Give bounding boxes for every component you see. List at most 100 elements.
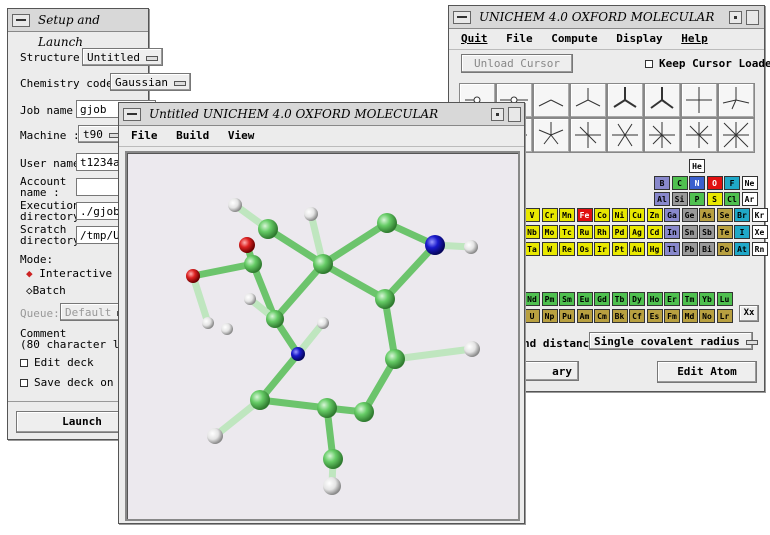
- oxygen-atom[interactable]: [186, 269, 200, 283]
- hydrogen-atom[interactable]: [317, 317, 329, 329]
- element-al-button[interactable]: Al: [654, 192, 670, 206]
- element-pb-button[interactable]: Pb: [681, 242, 698, 256]
- element-dy-button[interactable]: Dy: [629, 292, 645, 306]
- element-ag-button[interactable]: Ag: [629, 225, 645, 239]
- unload-cursor-button[interactable]: Unload Cursor: [461, 54, 573, 73]
- carbon-atom[interactable]: [244, 255, 262, 273]
- hydrogen-atom[interactable]: [244, 293, 256, 305]
- oxygen-atom[interactable]: [239, 237, 255, 253]
- element-tc-button[interactable]: Tc: [559, 225, 575, 239]
- element-c-button[interactable]: C: [671, 176, 688, 190]
- menu-view[interactable]: View: [228, 129, 255, 142]
- menu-quit[interactable]: Quit: [461, 32, 488, 45]
- element-am-button[interactable]: Am: [576, 309, 593, 323]
- bond-geometry-bent-button[interactable]: [533, 83, 570, 118]
- carbon-atom[interactable]: [313, 254, 333, 274]
- element-w-button[interactable]: W: [541, 242, 558, 256]
- element-sn-button[interactable]: Sn: [681, 225, 698, 239]
- edit-atom-button[interactable]: Edit Atom: [657, 361, 757, 383]
- element-lu-button[interactable]: Lu: [716, 292, 733, 306]
- element-pm-button[interactable]: Pm: [541, 292, 558, 306]
- element-ar-button[interactable]: Ar: [741, 192, 758, 206]
- element-no-button[interactable]: No: [699, 309, 715, 323]
- bond-geometry-trigonal-planar-button[interactable]: [570, 83, 607, 118]
- element-ne-button[interactable]: Ne: [741, 176, 758, 190]
- element-sm-button[interactable]: Sm: [559, 292, 575, 306]
- window-menu-icon[interactable]: [123, 108, 141, 121]
- hydrogen-atom[interactable]: [202, 317, 214, 329]
- element-tl-button[interactable]: Tl: [664, 242, 680, 256]
- bond-geometry-octahedral-button[interactable]: [570, 118, 607, 153]
- window-menu-icon[interactable]: [12, 14, 30, 27]
- library-button[interactable]: ary: [519, 361, 579, 381]
- element-eu-button[interactable]: Eu: [576, 292, 593, 306]
- element-cu-button[interactable]: Cu: [629, 208, 645, 222]
- element-cm-button[interactable]: Cm: [594, 309, 610, 323]
- element-fm-button[interactable]: Fm: [664, 309, 680, 323]
- hydrogen-atom[interactable]: [228, 198, 242, 212]
- element-pt-button[interactable]: Pt: [611, 242, 628, 256]
- element-cl-button[interactable]: Cl: [724, 192, 740, 206]
- element-se-button[interactable]: Se: [716, 208, 733, 222]
- element-np-button[interactable]: Np: [541, 309, 558, 323]
- element-u-button[interactable]: U: [524, 309, 540, 323]
- element-ir-button[interactable]: Ir: [594, 242, 610, 256]
- nitrogen-atom[interactable]: [291, 347, 305, 361]
- element-as-button[interactable]: As: [699, 208, 715, 222]
- element-bk-button[interactable]: Bk: [611, 309, 628, 323]
- unichem-titlebar[interactable]: UNICHEM 4.0 OXFORD MOLECULAR: [449, 6, 764, 29]
- element-gd-button[interactable]: Gd: [594, 292, 610, 306]
- element-ga-button[interactable]: Ga: [664, 208, 680, 222]
- element-cr-button[interactable]: Cr: [541, 208, 558, 222]
- menu-build[interactable]: Build: [176, 129, 209, 142]
- element-br-button[interactable]: Br: [734, 208, 750, 222]
- element-xe-button[interactable]: Xe: [751, 225, 768, 239]
- hydrogen-atom[interactable]: [464, 240, 478, 254]
- element-lr-button[interactable]: Lr: [716, 309, 733, 323]
- element-nb-button[interactable]: Nb: [524, 225, 540, 239]
- element-v-button[interactable]: V: [524, 208, 540, 222]
- menu-file[interactable]: File: [131, 129, 158, 142]
- chem-code-select[interactable]: Gaussian: [110, 73, 191, 91]
- element-i-button[interactable]: I: [734, 225, 750, 239]
- element-po-button[interactable]: Po: [716, 242, 733, 256]
- element-yb-button[interactable]: Yb: [699, 292, 715, 306]
- carbon-atom[interactable]: [385, 349, 405, 369]
- hydrogen-atom[interactable]: [464, 341, 480, 357]
- element-ge-button[interactable]: Ge: [681, 208, 698, 222]
- hydrogen-atom[interactable]: [207, 428, 223, 444]
- carbon-atom[interactable]: [323, 449, 343, 469]
- element-he-button[interactable]: He: [689, 159, 705, 173]
- carbon-atom[interactable]: [250, 390, 270, 410]
- element-es-button[interactable]: Es: [646, 309, 663, 323]
- element-kr-button[interactable]: Kr: [751, 208, 768, 222]
- element-in-button[interactable]: In: [664, 225, 680, 239]
- element-pd-button[interactable]: Pd: [611, 225, 628, 239]
- bond-geometry-tetrahedral-button[interactable]: [644, 83, 681, 118]
- minimize-icon[interactable]: [491, 108, 504, 121]
- menu-help[interactable]: Help: [681, 32, 708, 45]
- menu-compute[interactable]: Compute: [551, 32, 597, 45]
- hydrogen-atom[interactable]: [221, 323, 233, 335]
- element-ho-button[interactable]: Ho: [646, 292, 663, 306]
- keep-cursor-checkbox[interactable]: Keep Cursor Loaded: [645, 57, 770, 70]
- element-re-button[interactable]: Re: [559, 242, 575, 256]
- carbon-atom[interactable]: [317, 398, 337, 418]
- element-s-button[interactable]: S: [706, 192, 723, 206]
- element-o-button[interactable]: O: [706, 176, 723, 190]
- element-sb-button[interactable]: Sb: [699, 225, 715, 239]
- element-rh-button[interactable]: Rh: [594, 225, 610, 239]
- mode-interactive-radio[interactable]: ◆ Interactive: [26, 267, 112, 280]
- carbon-atom[interactable]: [258, 219, 278, 239]
- hydrogen-atom[interactable]: [323, 477, 341, 495]
- element-co-button[interactable]: Co: [594, 208, 610, 222]
- element-er-button[interactable]: Er: [664, 292, 680, 306]
- minimize-icon[interactable]: [729, 11, 742, 24]
- element-hg-button[interactable]: Hg: [646, 242, 663, 256]
- bond-geometry-pentagonal-planar-button[interactable]: [607, 118, 644, 153]
- window-menu-icon[interactable]: [453, 11, 471, 24]
- element-cf-button[interactable]: Cf: [629, 309, 645, 323]
- element-xx-button[interactable]: Xx: [739, 305, 759, 322]
- element-tb-button[interactable]: Tb: [611, 292, 628, 306]
- bond-geometry-pentagonal-bipyramid-button[interactable]: [644, 118, 681, 153]
